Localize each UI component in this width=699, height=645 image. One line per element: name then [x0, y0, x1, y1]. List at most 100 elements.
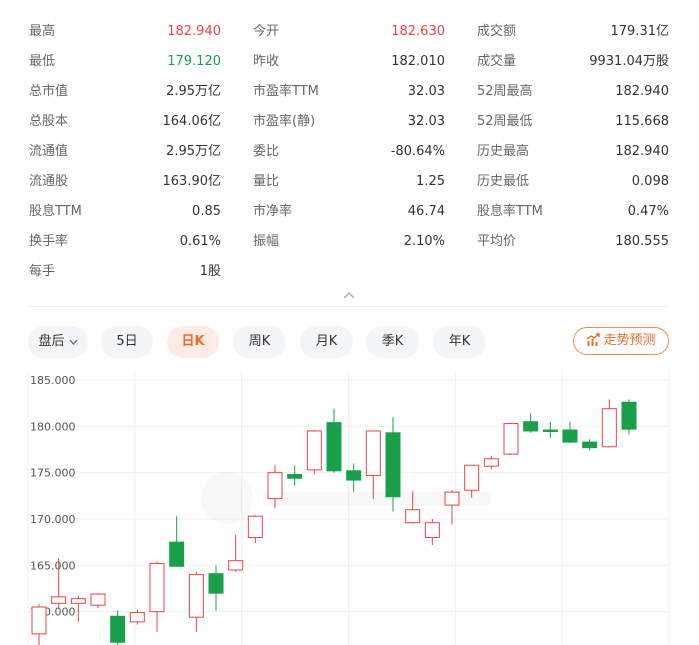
stat-value: 2.10% — [403, 234, 445, 249]
tab-label: 日K — [181, 334, 205, 349]
candle-body — [346, 470, 362, 481]
candle-body — [169, 541, 185, 567]
candle — [326, 408, 342, 473]
candle-body — [582, 441, 598, 449]
candle-body — [601, 408, 617, 448]
candles — [31, 399, 637, 645]
candle-body — [31, 606, 47, 635]
candle-body — [444, 491, 460, 506]
candle — [503, 422, 519, 456]
stat-value: 182.630 — [391, 24, 445, 39]
candle — [365, 430, 381, 499]
candle — [306, 430, 322, 475]
candle-body — [542, 429, 558, 433]
stat-label: 股息率TTM — [477, 204, 543, 219]
y-tick-label: 185.000 — [30, 374, 76, 387]
tab-after-hours[interactable]: 盘后 — [28, 326, 88, 358]
candle-body — [70, 598, 86, 604]
stat-value: -80.64% — [390, 144, 445, 159]
tab-monthly-k[interactable]: 月K — [300, 326, 353, 358]
stat-label: 市盈率TTM — [253, 84, 319, 99]
stat-label: 量比 — [253, 174, 280, 189]
stat-value: 32.03 — [407, 114, 445, 129]
candle — [228, 534, 244, 572]
candle-body — [424, 522, 440, 539]
candle — [188, 571, 204, 633]
candle-body — [365, 430, 381, 476]
candle — [247, 515, 263, 544]
candle — [542, 421, 558, 439]
candle-body — [247, 515, 263, 539]
candle-body — [464, 464, 480, 491]
stat-label: 委比 — [253, 144, 280, 159]
trend-chart-icon — [587, 333, 601, 346]
candle — [169, 516, 185, 568]
candle-body — [503, 423, 519, 455]
candle — [287, 465, 303, 486]
tab-daily-k[interactable]: 日K — [167, 326, 219, 358]
stat-value: 179.31亿 — [610, 24, 670, 39]
divider — [28, 306, 669, 307]
stat-value: 115.668 — [615, 114, 669, 129]
candle — [149, 561, 165, 633]
candle-body — [90, 593, 106, 606]
candle — [562, 421, 578, 444]
chevron-down-icon — [69, 327, 78, 359]
candle — [208, 565, 224, 611]
candle-body — [483, 458, 499, 467]
candle-body — [51, 596, 67, 604]
stat-value: 182.010 — [391, 54, 445, 69]
stat-value: 0.85 — [192, 204, 221, 219]
stat-label: 52周最高 — [477, 84, 533, 99]
y-tick-label: 180.000 — [30, 420, 76, 433]
stat-value: 32.03 — [407, 84, 445, 99]
stat-label: 平均价 — [477, 234, 517, 249]
stat-value: 179.120 — [167, 54, 221, 69]
trend-forecast-button[interactable]: 走势预测 — [573, 327, 669, 355]
candle-body — [188, 574, 204, 618]
stat-label: 市净率 — [253, 204, 293, 219]
stat-value: 163.90亿 — [162, 174, 222, 189]
stat-value: 182.940 — [615, 144, 669, 159]
tab-yearly-k[interactable]: 年K — [433, 326, 486, 358]
stat-label: 成交量 — [477, 54, 517, 69]
stat-label: 市盈率(静) — [253, 114, 316, 129]
candle-body — [621, 401, 637, 430]
candle — [621, 399, 637, 435]
y-axis: 185.000180.000175.000170.000165.000160.0… — [30, 374, 76, 619]
stat-value: 0.098 — [631, 174, 669, 189]
tab-weekly-k[interactable]: 周K — [233, 326, 286, 358]
tab-5day[interactable]: 5日 — [101, 326, 153, 358]
stat-label: 历史最高 — [477, 144, 530, 159]
kline-chart[interactable]: 185.000 180.000 175.000 170.000 165.000 160.0… — [0, 370, 699, 645]
stat-label: 总市值 — [29, 84, 69, 99]
stat-value: 2.95万亿 — [166, 144, 221, 159]
candle — [582, 439, 598, 451]
stat-value: 1.25 — [416, 174, 445, 189]
candle-body — [110, 615, 126, 643]
tab-label: 5日 — [116, 334, 138, 349]
stat-value: 182.940 — [167, 24, 221, 39]
tab-label: 盘后 — [38, 334, 65, 349]
candle — [483, 455, 499, 469]
candle — [601, 399, 617, 448]
candle-body — [208, 573, 224, 594]
candle — [110, 610, 126, 645]
chevron-up-icon[interactable] — [343, 290, 355, 300]
stat-label: 成交额 — [477, 24, 517, 39]
stat-value: 182.940 — [615, 84, 669, 99]
candle-body — [129, 612, 145, 623]
candle-body — [385, 432, 401, 498]
stat-value: 1股 — [199, 264, 221, 279]
candle — [523, 413, 539, 433]
stat-label: 今开 — [253, 24, 280, 39]
candle-body — [228, 560, 244, 571]
candle-body — [287, 474, 303, 479]
stat-value: 46.74 — [407, 204, 445, 219]
candle-body — [523, 421, 539, 432]
stat-label: 总股本 — [29, 114, 69, 129]
tab-quarterly-k[interactable]: 季K — [366, 326, 419, 358]
stat-value: 0.61% — [179, 234, 221, 249]
stat-label: 每手 — [29, 264, 56, 279]
kline-chart-svg: 185.000180.000175.000170.000165.000160.0… — [27, 370, 670, 645]
